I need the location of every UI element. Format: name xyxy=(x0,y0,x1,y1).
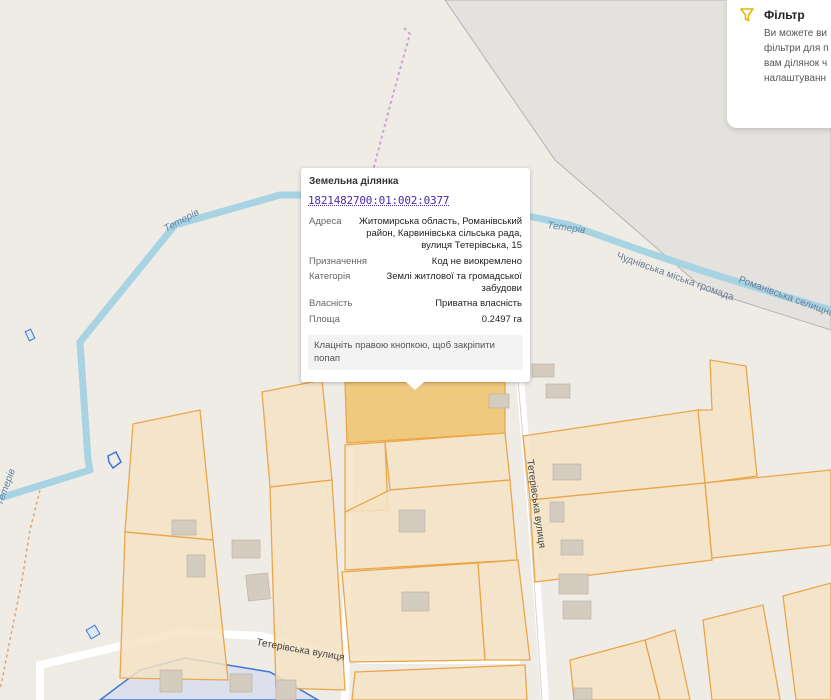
map-marker xyxy=(107,450,122,470)
ownership-value: Приватна власність xyxy=(435,298,522,309)
parcel[interactable] xyxy=(702,604,781,700)
address-line: вулиця Тетерівська, 15 xyxy=(421,240,522,251)
address-value: Житомирська область, Романівський район,… xyxy=(359,216,522,252)
map-marker xyxy=(85,624,101,640)
popup-title: Земельна ділянка xyxy=(309,176,399,187)
purpose-value: Код не виокремлено xyxy=(431,256,522,267)
filter-description: Ви можете ви фільтри для п вам ділянок ч… xyxy=(764,26,831,86)
building xyxy=(560,539,584,556)
filter-panel[interactable]: Фільтр Ви можете ви фільтри для п вам ді… xyxy=(727,0,831,128)
area-value: 0.2497 га xyxy=(481,314,522,325)
address-label: Адреса xyxy=(309,216,342,227)
category-value: Землі житлової та громадської забудови xyxy=(386,271,522,295)
building xyxy=(488,393,510,409)
admin-boundary-line xyxy=(0,489,41,691)
address-row: Адреса Житомирська область, Романівський… xyxy=(309,216,522,252)
filter-title: Фільтр xyxy=(764,8,805,22)
filter-text-line: налаштуванн xyxy=(764,73,827,84)
address-line: Житомирська область, Романівський xyxy=(359,216,522,227)
filter-text-line: Ви можете ви xyxy=(764,28,827,39)
building xyxy=(549,501,565,523)
building xyxy=(186,554,206,578)
category-row: Категорія Землі житлової та громадської … xyxy=(309,271,522,296)
building xyxy=(398,509,426,533)
hint-line: Клацніть правою кнопкою, щоб закріпити xyxy=(314,340,495,351)
parcel[interactable] xyxy=(119,531,229,681)
parcel[interactable] xyxy=(697,359,758,484)
admin-boundary-line xyxy=(367,27,412,191)
building xyxy=(229,673,253,693)
building xyxy=(558,573,589,595)
area-label: Площа xyxy=(309,314,340,325)
building xyxy=(245,572,271,602)
parcel[interactable] xyxy=(124,409,214,541)
parcel[interactable] xyxy=(351,664,528,700)
category-line: Землі житлової та громадської xyxy=(386,271,522,282)
pin-popup-hint: Клацніть правою кнопкою, щоб закріпити п… xyxy=(308,335,523,370)
parcels-layer xyxy=(119,359,831,700)
parcel[interactable] xyxy=(704,469,831,559)
building xyxy=(562,600,592,620)
parcel[interactable] xyxy=(782,582,831,700)
ownership-row: Власність Приватна власність xyxy=(309,298,522,311)
filter-text-line: фільтри для п xyxy=(764,43,829,54)
parcel-info-popup[interactable]: Земельна ділянка 1821482700:01:002:0377 … xyxy=(301,168,530,390)
building xyxy=(171,519,197,536)
filter-text-line: вам ділянок ч xyxy=(764,58,828,69)
address-line: район, Карвинівська сільська рада, xyxy=(366,228,522,239)
area-row: Площа 0.2497 га xyxy=(309,314,522,327)
purpose-label: Призначення xyxy=(309,256,367,267)
building xyxy=(275,679,297,700)
building xyxy=(231,539,261,559)
building xyxy=(573,687,593,700)
ownership-label: Власність xyxy=(309,298,353,309)
category-line: забудови xyxy=(481,283,523,294)
building xyxy=(159,669,183,693)
purpose-row: Призначення Код не виокремлено xyxy=(309,256,522,269)
building xyxy=(531,363,555,378)
building xyxy=(545,383,571,399)
parcel[interactable] xyxy=(477,559,531,661)
parcel[interactable] xyxy=(529,482,713,583)
filter-funnel-icon xyxy=(740,8,754,22)
map-marker xyxy=(24,328,36,342)
cadastral-number-link[interactable]: 1821482700:01:002:0377 xyxy=(308,194,449,207)
category-label: Категорія xyxy=(309,271,351,282)
parcel[interactable] xyxy=(341,562,486,663)
parcel[interactable] xyxy=(261,379,333,488)
building xyxy=(552,463,582,481)
building xyxy=(401,591,430,612)
river-label: Тетерів xyxy=(547,220,586,236)
hint-line: попап xyxy=(314,353,340,364)
selected-parcel[interactable] xyxy=(344,381,506,444)
river-label: Тетерів xyxy=(0,467,18,507)
